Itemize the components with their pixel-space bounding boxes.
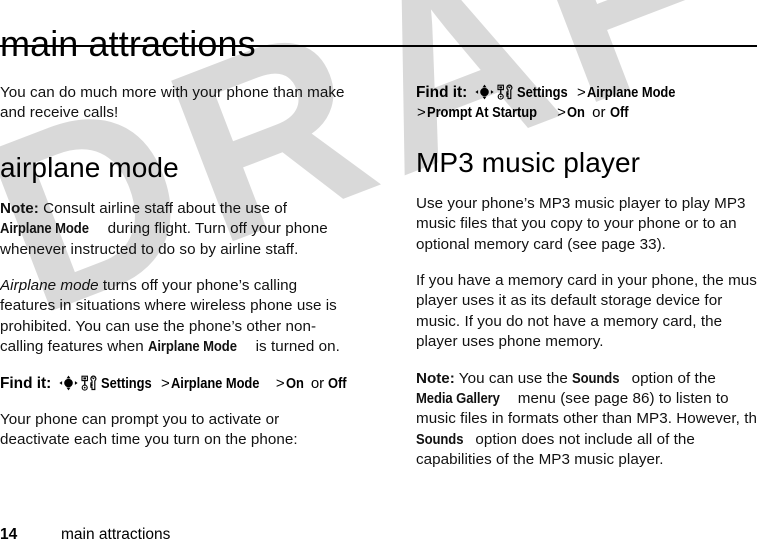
menu-path-off: Off <box>609 104 629 122</box>
intro-paragraph: You can do much more with your phone tha… <box>0 84 345 122</box>
five-way-navigation-key-icon <box>474 84 494 100</box>
find-it-path-airplane-mode: Find it: Settings >Airplane Mode >On or … <box>0 374 352 394</box>
emphasis-airplane-mode: Airplane mode <box>0 277 99 295</box>
right-column: Find it: Settings >Airplane Mode >Prompt… <box>416 83 757 471</box>
menu-path-prompt-at-startup: Prompt At Startup <box>426 104 537 122</box>
section-heading-airplane-mode: airplane mode <box>0 151 179 183</box>
note-label: Note: <box>416 369 455 387</box>
find-it-label: Find it: <box>0 374 52 392</box>
section-heading-mp3-music-player: MP3 music player <box>416 146 641 178</box>
menu-path-on: On <box>566 104 585 122</box>
note-label: Note: <box>0 199 39 217</box>
menu-path-settings: Settings <box>516 84 568 101</box>
path-separator: > <box>577 84 586 101</box>
path-separator: > <box>417 104 426 122</box>
mp3-paragraph-2: If you have a memory card in your phone,… <box>416 272 757 351</box>
manual-page: main attractions You can do much more wi… <box>0 0 757 547</box>
ui-term-airplane-mode: Airplane Mode <box>148 338 237 356</box>
note-text-part-1: You can use the <box>454 369 573 387</box>
airplane-mode-note-paragraph: Note: Consult airline staff about the us… <box>0 199 352 260</box>
find-it-path-prompt-at-startup: Find it: Settings >Airplane Mode >Prompt… <box>416 83 757 124</box>
footer-section-name: main attractions <box>61 526 171 543</box>
path-conjunction: or <box>592 104 606 122</box>
ui-term-sounds: Sounds <box>416 430 464 448</box>
five-way-navigation-key-icon <box>58 375 78 391</box>
path-conjunction: or <box>310 374 325 392</box>
menu-path-on: On <box>285 374 304 392</box>
footer-page-number: 14 <box>0 526 18 543</box>
airplane-mode-description-paragraph: Airplane mode turns off your phone’s cal… <box>0 276 352 358</box>
menu-path-settings: Settings <box>100 374 152 392</box>
note-text-part-1: Consult airline staff about the use of <box>38 199 288 217</box>
title-divider <box>0 45 757 47</box>
menu-path-airplane-mode: Airplane Mode <box>170 374 260 392</box>
page-footer: 14 main attractions <box>0 525 757 547</box>
airplane-mode-closing-paragraph: Your phone can prompt you to activate or… <box>0 411 298 449</box>
mp3-note-paragraph: Note: You can use the Sounds option of t… <box>416 369 757 471</box>
ui-term-media-gallery: Media Gallery <box>416 390 500 408</box>
note-text-part-2: option of the <box>627 369 716 387</box>
menu-path-airplane-mode: Airplane Mode <box>586 84 676 101</box>
path-separator: > <box>557 104 566 122</box>
description-text-part-2: is turned on. <box>251 338 340 356</box>
find-it-label: Find it: <box>416 84 468 101</box>
menu-path-off: Off <box>328 374 347 392</box>
path-separator: > <box>161 374 170 392</box>
path-separator: > <box>275 374 285 392</box>
left-column: You can do much more with your phone tha… <box>0 83 352 451</box>
mp3-paragraph-1: Use your phone’s MP3 music player to pla… <box>416 194 746 253</box>
ui-term-airplane-mode: Airplane Mode <box>0 220 89 238</box>
settings-tools-icon <box>80 375 98 391</box>
settings-tools-icon <box>496 84 514 100</box>
ui-term-sounds: Sounds <box>572 369 620 387</box>
